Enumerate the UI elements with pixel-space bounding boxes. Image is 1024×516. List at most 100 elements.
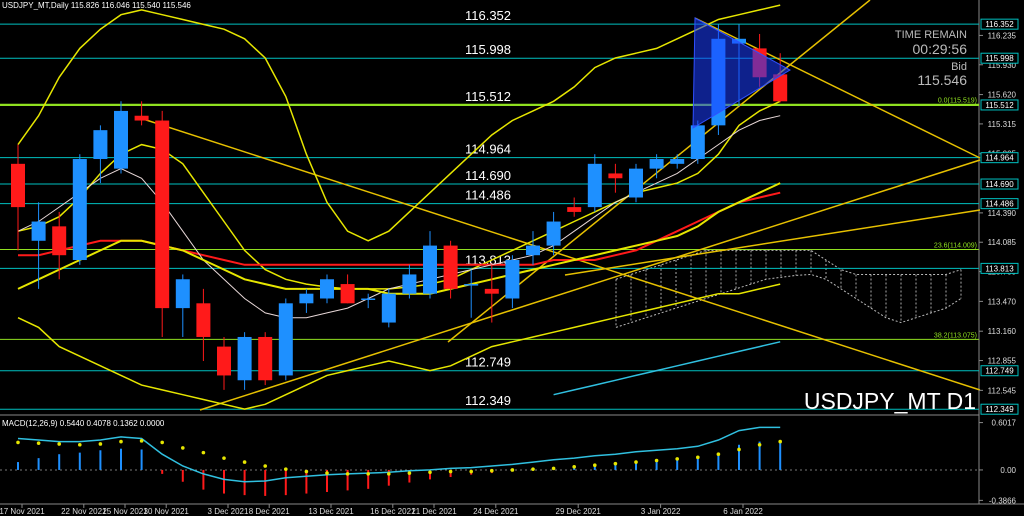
candle-bull <box>402 274 417 294</box>
candle-bull <box>464 284 479 286</box>
candle-bear <box>155 120 170 309</box>
candle-bull <box>361 298 376 300</box>
level-label: 115.512 <box>465 89 511 104</box>
macd-signal-dot <box>78 442 82 447</box>
macd-signal-dot <box>57 442 61 446</box>
candle-bear <box>11 163 25 208</box>
time-tick-label: 29 Dec 2021 <box>556 507 602 516</box>
time-tick-label: 3 Dec 2021 <box>208 507 249 516</box>
candle-bull <box>423 245 437 294</box>
time-tick-label: 24 Dec 2021 <box>473 507 519 516</box>
macd-signal-dot <box>242 460 247 464</box>
fib-label: 38.2(113.075) <box>934 332 977 339</box>
level-price-tag-text: 115.512 <box>985 101 1014 110</box>
price-tick-label: 112.545 <box>988 386 1017 395</box>
candle-bull <box>320 279 334 299</box>
candle-bull <box>381 293 396 323</box>
macd-signal-dot <box>160 440 164 445</box>
level-label: 114.486 <box>465 188 511 203</box>
macd-signal-dot <box>325 471 329 475</box>
candle-bull <box>526 245 540 256</box>
macd-signal-dot <box>16 440 20 445</box>
macd-tick-label: 0.6017 <box>992 419 1017 428</box>
price-tick-label: 116.235 <box>988 31 1017 40</box>
time-tick-label: 16 Dec 2021 <box>370 507 416 516</box>
time-tick-label: 8 Dec 2021 <box>249 507 290 516</box>
level-price-tag-text: 114.486 <box>985 200 1014 209</box>
price-tick-label: 115.315 <box>988 120 1017 129</box>
macd-signal-dot <box>304 469 309 474</box>
macd-signal-dot <box>98 442 103 446</box>
macd-signal-dot <box>36 441 41 445</box>
price-tick-label: 114.390 <box>988 209 1017 218</box>
candle-bull <box>72 159 87 261</box>
time-tick-label: 17 Nov 2021 <box>0 507 45 516</box>
macd-signal-dot <box>345 472 350 476</box>
level-label: 112.749 <box>465 355 511 370</box>
level-label: 114.690 <box>465 168 511 183</box>
fib-label: 0.0(115.519) <box>938 97 977 104</box>
candle-bull <box>690 125 705 160</box>
macd-signal-dot <box>593 463 597 468</box>
macd-signal-dot <box>222 456 226 460</box>
candle-bear <box>484 288 499 294</box>
candle-bear <box>567 207 582 212</box>
price-tick-label: 113.160 <box>988 327 1017 336</box>
time-tick-label: 13 Dec 2021 <box>308 507 354 516</box>
time-remain-value: 00:29:56 <box>913 41 968 57</box>
time-tick-label: 3 Jan 2022 <box>641 507 681 516</box>
level-price-tag-text: 114.964 <box>985 154 1014 163</box>
level-label: 115.998 <box>465 42 511 57</box>
candle-bear <box>608 173 623 179</box>
level-price-tag-text: 115.998 <box>985 54 1014 63</box>
candle-bull <box>114 110 128 169</box>
macd-signal-dot <box>654 458 659 463</box>
level-price-tag-text: 116.352 <box>985 20 1014 29</box>
macd-signal-dot <box>387 472 391 476</box>
macd-signal-dot <box>634 460 638 464</box>
candle-bull <box>237 336 252 381</box>
macd-signal-dot <box>407 471 412 475</box>
candle-bull <box>629 168 643 198</box>
macd-signal-dot <box>428 470 432 475</box>
time-tick-label: 22 Nov 2021 <box>61 507 107 516</box>
macd-signal-dot <box>366 472 371 476</box>
macd-signal-dot <box>448 469 453 474</box>
macd-signal-dot <box>696 455 700 460</box>
macd-signal-dot <box>284 467 288 471</box>
macd-signal-dot <box>139 439 144 443</box>
price-tick-label: 114.085 <box>988 238 1017 247</box>
candle-bull <box>93 130 108 160</box>
candle-bull <box>546 221 561 246</box>
macd-header: MACD(12,26,9) 0.5440 0.4078 0.1362 0.000… <box>2 419 165 428</box>
level-price-tag-text: 113.813 <box>985 264 1014 273</box>
macd-signal-dot <box>675 457 679 461</box>
macd-signal-dot <box>263 464 268 468</box>
candle-bull <box>649 159 664 169</box>
macd-signal-dot <box>469 469 474 474</box>
candle-bear <box>52 226 67 256</box>
price-chart[interactable]: 116.352 115.998 115.512 114.964 114.690 114.4… <box>0 0 1024 516</box>
candle-bull <box>31 221 46 241</box>
macd-signal-dot <box>490 468 494 473</box>
level-price-tag-text: 112.349 <box>985 405 1014 414</box>
price-tick-label: 112.855 <box>988 357 1017 366</box>
macd-tick-label: 0.00 <box>1000 466 1016 475</box>
level-label: 112.349 <box>465 393 511 408</box>
candle-bull <box>278 303 293 376</box>
macd-signal-dot <box>119 439 123 444</box>
candle-bear <box>258 336 273 381</box>
fib-label: 23.6(114.009) <box>934 243 977 250</box>
time-remain-label: TIME REMAIN <box>895 29 967 41</box>
candle-bear <box>217 346 231 376</box>
candle-bull <box>587 163 602 208</box>
time-tick-label: 21 Dec 2021 <box>411 507 457 516</box>
time-tick-label: 6 Jan 2022 <box>723 507 763 516</box>
time-tick-label: 30 Nov 2021 <box>144 507 190 516</box>
macd-signal-dot <box>757 442 762 447</box>
macd-signal-dot <box>551 466 556 471</box>
candle-bull <box>670 159 685 164</box>
macd-signal-dot <box>510 468 515 472</box>
bid-value: 115.546 <box>917 72 967 88</box>
symbol-label: USDJPY_MT D1 <box>804 388 976 414</box>
